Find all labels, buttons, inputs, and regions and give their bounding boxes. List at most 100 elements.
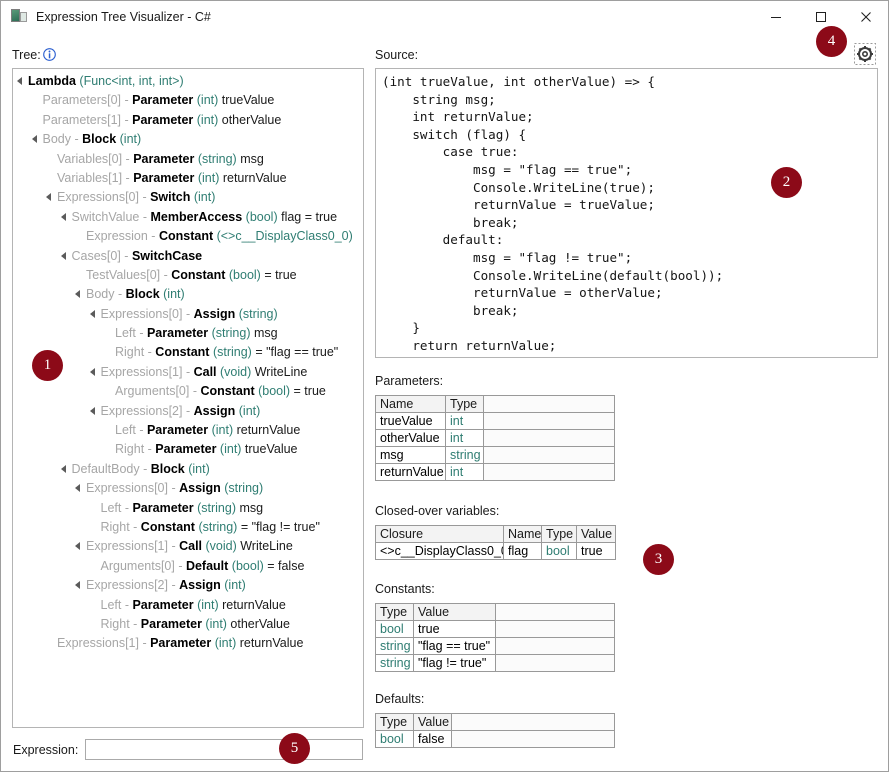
tree-item[interactable]: Variables[0] - Parameter (string) msg — [13, 150, 363, 169]
tree-item[interactable]: Parameters[0] - Parameter (int) trueValu… — [13, 91, 363, 110]
tree-item-type: (int) — [216, 442, 241, 456]
tree-item-type: (string) — [208, 326, 250, 340]
tree-item[interactable]: Right - Constant (string) = "flag != tru… — [13, 518, 363, 537]
tree-item[interactable]: Body - Block (int) — [13, 285, 363, 304]
defaults-table[interactable]: TypeValue boolfalse — [375, 713, 615, 748]
expander-icon[interactable] — [61, 246, 72, 265]
tree-item-type: (int) — [194, 171, 219, 185]
tree-item[interactable]: DefaultBody - Block (int) — [13, 460, 363, 479]
expander-icon[interactable] — [90, 362, 101, 381]
info-icon[interactable] — [43, 48, 56, 61]
tree-item-type: (int) — [235, 404, 260, 418]
expander-icon[interactable] — [75, 478, 86, 497]
tree-item[interactable]: Lambda (Func<int, int, int>) — [13, 72, 363, 91]
tree-item-name: = "flag == true" — [252, 345, 338, 359]
table-header-cell: Value — [414, 604, 496, 621]
table-row[interactable]: booltrue — [376, 621, 615, 638]
table-row[interactable]: string"flag == true" — [376, 638, 615, 655]
tree-item[interactable]: Arguments[0] - Default (bool) = false — [13, 557, 363, 576]
tree-item-name: msg — [236, 501, 263, 515]
constants-table[interactable]: TypeValue booltruestring"flag == true"st… — [375, 603, 615, 672]
source-code-panel[interactable]: (int trueValue, int otherValue) => { str… — [375, 68, 878, 358]
table-row[interactable]: string"flag != true" — [376, 655, 615, 672]
close-icon[interactable] — [843, 1, 888, 32]
tree-item[interactable]: TestValues[0] - Constant (bool) = true — [13, 266, 363, 285]
table-body: boolfalse — [376, 731, 615, 748]
tree-item-type: (bool) — [242, 210, 277, 224]
table-header-cell: Type — [376, 604, 414, 621]
table-header-row: TypeValue — [376, 714, 615, 731]
tree-item-kind: Assign — [179, 481, 221, 495]
tree-item-prefix: Body - — [43, 132, 83, 146]
expander-icon[interactable] — [32, 129, 43, 148]
expander-icon[interactable] — [17, 72, 28, 90]
tree-item[interactable]: SwitchValue - MemberAccess (bool) flag =… — [13, 208, 363, 227]
tree-item-prefix: Expressions[1] - — [86, 539, 179, 553]
tree-item-type: (string) — [194, 152, 236, 166]
table-cell: returnValue — [376, 464, 446, 481]
tree-item-prefix: Variables[1] - — [57, 171, 133, 185]
tree-item[interactable]: Expressions[0] - Assign (string) — [13, 305, 363, 324]
tree-item[interactable]: Parameters[1] - Parameter (int) otherVal… — [13, 111, 363, 130]
table-row[interactable]: msgstring — [376, 447, 615, 464]
tree-item[interactable]: Expressions[2] - Assign (int) — [13, 576, 363, 595]
tree-item[interactable]: Right - Parameter (int) trueValue — [13, 440, 363, 459]
tree-item[interactable]: Right - Parameter (int) otherValue — [13, 615, 363, 634]
expander-icon[interactable] — [90, 304, 101, 323]
tree-item-name: = false — [264, 559, 305, 573]
table-row[interactable]: boolfalse — [376, 731, 615, 748]
tree-item-prefix: SwitchValue - — [72, 210, 151, 224]
expander-icon[interactable] — [75, 575, 86, 594]
tree-item[interactable]: Expressions[1] - Parameter (int) returnV… — [13, 634, 363, 653]
tree-item[interactable]: Left - Parameter (int) returnValue — [13, 596, 363, 615]
tree-item[interactable]: Right - Constant (string) = "flag == tru… — [13, 343, 363, 362]
table-row[interactable]: <>c__DisplayClass0_0flagbooltrue — [376, 543, 616, 560]
table-cell: bool — [542, 543, 577, 560]
tree-item[interactable]: Expressions[1] - Call (void) WriteLine — [13, 537, 363, 556]
tree-item-kind: Parameter — [132, 501, 193, 515]
tree-item-name: msg — [251, 326, 278, 340]
tree-item-type: (int) — [193, 93, 218, 107]
expander-icon[interactable] — [75, 536, 86, 555]
table-body: <>c__DisplayClass0_0flagbooltrue — [376, 543, 616, 560]
parameters-table[interactable]: NameType trueValueintotherValueintmsgstr… — [375, 395, 615, 481]
expander-icon[interactable] — [61, 459, 72, 478]
tree-item-kind: Block — [126, 287, 160, 301]
tree-item-prefix: Variables[0] - — [57, 152, 133, 166]
tree-item[interactable]: Left - Parameter (string) msg — [13, 499, 363, 518]
expression-input[interactable] — [85, 739, 363, 760]
expander-icon[interactable] — [90, 401, 101, 420]
tree-item[interactable]: Variables[1] - Parameter (int) returnVal… — [13, 169, 363, 188]
table-cell: trueValue — [376, 413, 446, 430]
tree-item-prefix: DefaultBody - — [72, 462, 151, 476]
table-header-cell: Name — [504, 526, 542, 543]
closure-table[interactable]: ClosureNameTypeValue <>c__DisplayClass0_… — [375, 525, 616, 560]
tree-item-type: (bool) — [228, 559, 263, 573]
source-code-text: (int trueValue, int otherValue) => { str… — [382, 73, 877, 358]
table-row[interactable]: returnValueint — [376, 464, 615, 481]
expander-icon[interactable] — [46, 187, 57, 206]
tree-item[interactable]: Left - Parameter (int) returnValue — [13, 421, 363, 440]
tree-item[interactable]: Expressions[0] - Assign (string) — [13, 479, 363, 498]
tree-item[interactable]: Body - Block (int) — [13, 130, 363, 149]
minimize-icon[interactable] — [753, 1, 798, 32]
tree-item-type: (<>c__DisplayClass0_0) — [213, 229, 353, 243]
expander-icon[interactable] — [61, 207, 72, 226]
tree-item[interactable]: Expressions[2] - Assign (int) — [13, 402, 363, 421]
tree-item[interactable]: Arguments[0] - Constant (bool) = true — [13, 382, 363, 401]
tree-item-prefix: Expressions[1] - — [101, 365, 194, 379]
tree-item-prefix: Expressions[1] - — [57, 636, 150, 650]
table-row[interactable]: otherValueint — [376, 430, 615, 447]
tree-item[interactable]: Expressions[1] - Call (void) WriteLine — [13, 363, 363, 382]
table-row[interactable]: trueValueint — [376, 413, 615, 430]
tree-item[interactable]: Left - Parameter (string) msg — [13, 324, 363, 343]
gear-icon[interactable] — [854, 43, 876, 65]
tree-item-kind: Parameter — [147, 423, 208, 437]
table-cell-empty — [484, 447, 615, 464]
expression-tree-panel[interactable]: Lambda (Func<int, int, int>)Parameters[0… — [12, 68, 364, 728]
tree-item[interactable]: Cases[0] - SwitchCase — [13, 247, 363, 266]
app-window: Expression Tree Visualizer - C# Tree: So… — [0, 0, 889, 772]
tree-item[interactable]: Expression - Constant (<>c__DisplayClass… — [13, 227, 363, 246]
tree-item[interactable]: Expressions[0] - Switch (int) — [13, 188, 363, 207]
expander-icon[interactable] — [75, 284, 86, 303]
